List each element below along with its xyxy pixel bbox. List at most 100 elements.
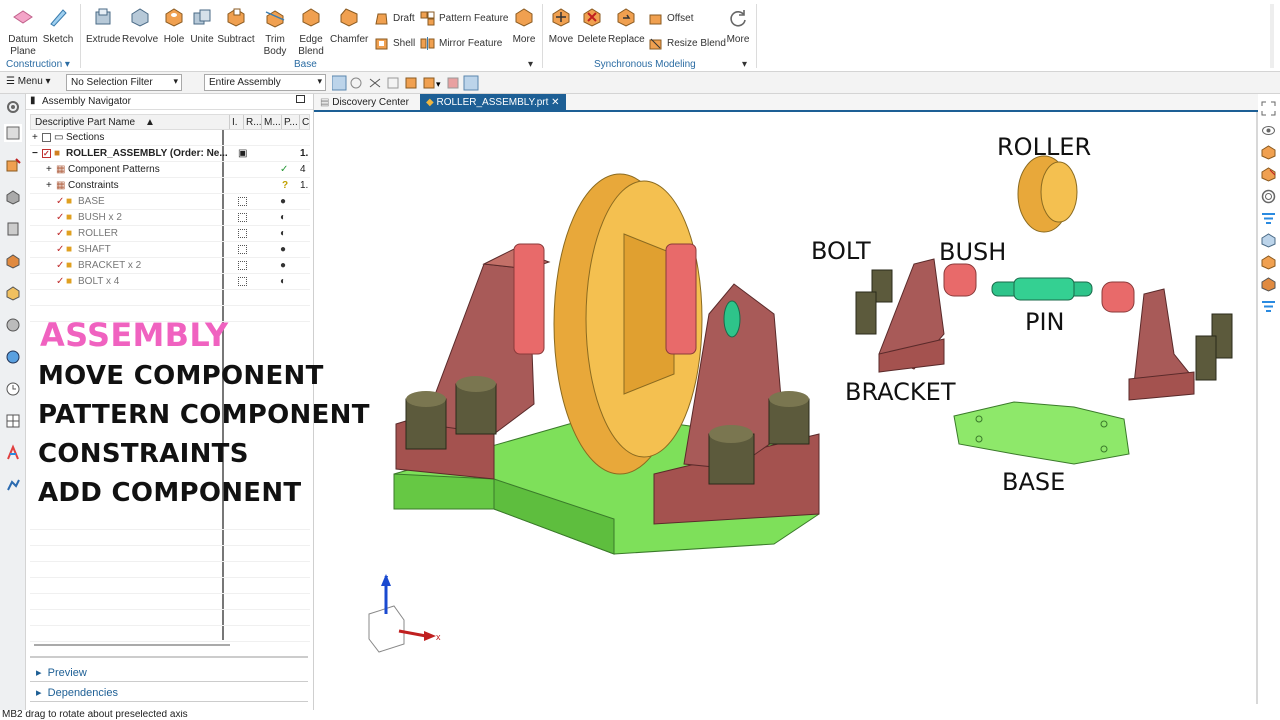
bolt[interactable] — [455, 376, 497, 435]
section-view-icon[interactable] — [1260, 232, 1277, 249]
mirror-feature-button[interactable]: Mirror Feature — [420, 34, 502, 52]
shaded-view-icon[interactable] — [1260, 144, 1277, 161]
chamfer-button[interactable]: Chamfer — [330, 0, 368, 46]
unite-button[interactable]: Unite — [188, 0, 216, 46]
viewport-scrollbar[interactable] — [1256, 112, 1258, 704]
assembly-view-icon[interactable] — [1260, 276, 1277, 293]
orbit-icon[interactable] — [1260, 188, 1277, 205]
group-sync-expand[interactable]: ▾ — [742, 59, 747, 70]
pattern-feature-button[interactable]: Pattern Feature — [420, 9, 508, 27]
replace-button[interactable]: Replace — [608, 0, 645, 46]
selection-filter-dropdown[interactable]: No Selection Filter — [66, 74, 182, 91]
dependencies-section[interactable]: ▸ Dependencies — [36, 686, 118, 699]
part-navigator-icon[interactable] — [4, 188, 22, 206]
extrude-button[interactable]: Extrude — [86, 0, 120, 46]
settings-icon[interactable] — [4, 98, 22, 116]
tree-row-shaft[interactable]: ✓ ■ SHAFT ● — [30, 242, 310, 258]
left-bush[interactable] — [513, 243, 545, 355]
system-materials-icon[interactable] — [4, 412, 22, 430]
bolt[interactable] — [708, 425, 755, 485]
clock-icon[interactable] — [4, 380, 22, 398]
ribbon-scroll[interactable] — [1270, 4, 1274, 68]
check-icon[interactable]: ✓ — [56, 244, 64, 255]
column-m[interactable]: M... — [261, 115, 281, 129]
scope-dropdown[interactable]: Entire Assembly — [204, 74, 326, 91]
globe-icon[interactable] — [4, 348, 22, 366]
expand-icon[interactable]: + — [46, 164, 52, 175]
checkbox-checked[interactable]: ✓ — [42, 149, 51, 158]
sketch-button[interactable]: Sketch — [42, 0, 74, 46]
more-sync-button[interactable]: More — [722, 0, 754, 46]
subtract-button[interactable]: Subtract — [216, 0, 256, 46]
tree-row-roller[interactable]: ✓ ■ ROLLER ◐ — [30, 226, 310, 242]
selection-tools-icons[interactable]: ▾ — [332, 75, 482, 91]
check-icon[interactable]: ✓ — [56, 212, 64, 223]
column-descriptive-part-name[interactable]: Descriptive Part Name — [35, 117, 135, 128]
shell-button[interactable]: Shell — [374, 34, 415, 52]
analysis-icon[interactable] — [4, 476, 22, 494]
group-base-expand[interactable]: ▾ — [528, 59, 533, 70]
datum-plane-button[interactable]: Datum Plane — [4, 0, 42, 58]
tree-row-component-patterns[interactable]: + ▦ Component Patterns ✓ 4 — [30, 162, 310, 178]
trim-body-button[interactable]: Trim Body — [258, 0, 292, 58]
offset-button[interactable]: Offset — [648, 9, 694, 27]
hd3d-tools-icon[interactable] — [4, 252, 22, 270]
column-c[interactable]: C — [299, 115, 309, 129]
preview-section[interactable]: ▸ Preview — [36, 666, 87, 679]
check-icon[interactable]: ✓ — [56, 276, 64, 287]
exploded-bolts-left[interactable] — [855, 269, 893, 335]
tree-row-sections[interactable]: + ▭ Sections — [30, 130, 310, 146]
edge-blend-button[interactable]: Edge Blend — [294, 0, 328, 58]
maximize-icon[interactable] — [296, 95, 305, 103]
expand-icon[interactable]: + — [32, 132, 38, 143]
checkbox[interactable] — [42, 133, 51, 142]
bolt[interactable] — [405, 391, 447, 450]
exploded-bracket-right[interactable] — [1128, 288, 1195, 401]
edit-part-icon[interactable] — [1260, 166, 1277, 183]
hole-button[interactable]: Hole — [160, 0, 188, 46]
check-icon[interactable]: ✓ — [56, 260, 64, 271]
expand-icon[interactable]: + — [46, 180, 52, 191]
web-browser-icon[interactable] — [4, 284, 22, 302]
component-view-icon[interactable] — [1260, 254, 1277, 271]
tree-row-bush[interactable]: ✓ ■ BUSH x 2 ◐ — [30, 210, 310, 226]
exploded-bush-right[interactable] — [1101, 281, 1135, 313]
check-icon[interactable]: ✓ — [56, 196, 64, 207]
column-i[interactable]: I. — [229, 115, 238, 129]
graphics-viewport[interactable]: z x — [314, 114, 1256, 706]
tree-row-bolt[interactable]: ✓ ■ BOLT x 4 ◐ — [30, 274, 310, 290]
show-hide-icon[interactable] — [1260, 122, 1277, 139]
assembled-model[interactable] — [393, 173, 820, 555]
move-button[interactable]: Move — [546, 0, 576, 46]
roles-icon[interactable] — [4, 444, 22, 462]
column-r[interactable]: R... — [243, 115, 262, 129]
collapse-icon[interactable]: − — [32, 148, 38, 159]
right-bush[interactable] — [665, 243, 697, 355]
tab-discovery-center[interactable]: ▤ Discovery Center — [314, 94, 415, 112]
fit-view-icon[interactable] — [1260, 100, 1277, 117]
exploded-roller[interactable] — [1017, 155, 1078, 233]
bolt[interactable] — [768, 391, 810, 445]
sort-ascending-icon[interactable]: ▲ — [145, 117, 155, 128]
exploded-base[interactable] — [953, 401, 1130, 465]
tab-roller-assembly[interactable]: ◆ ROLLER_ASSEMBLY.prt ✕ — [420, 94, 566, 112]
exploded-bolts-right[interactable] — [1195, 313, 1233, 381]
close-icon[interactable]: ✕ — [551, 97, 559, 108]
exploded-bush-left[interactable] — [943, 263, 977, 297]
list-view-icon[interactable] — [1260, 298, 1277, 315]
pin-end[interactable] — [723, 300, 741, 338]
tree-row-constraints[interactable]: + ▦ Constraints ? 1. — [30, 178, 310, 194]
menu-button[interactable]: ☰ Menu ▾ — [6, 76, 51, 87]
horizontal-scrollbar[interactable] — [34, 644, 230, 646]
delete-button[interactable]: Delete — [576, 0, 608, 46]
assembly-navigator-icon[interactable] — [4, 124, 22, 142]
exploded-pin[interactable] — [991, 277, 1093, 301]
filter-icon[interactable] — [1260, 210, 1277, 227]
check-icon[interactable]: ✓ — [56, 228, 64, 239]
tree-row-roller-assembly[interactable]: − ✓ ■ ROLLER_ASSEMBLY (Order: Ne... ▣ 1. — [30, 146, 310, 162]
column-p[interactable]: P... — [281, 115, 298, 129]
tree-row-bracket[interactable]: ✓ ■ BRACKET x 2 ● — [30, 258, 310, 274]
tree-row-base[interactable]: ✓ ■ BASE ● — [30, 194, 310, 210]
more-base-button[interactable]: More — [508, 0, 540, 46]
draft-button[interactable]: Draft — [374, 9, 415, 27]
